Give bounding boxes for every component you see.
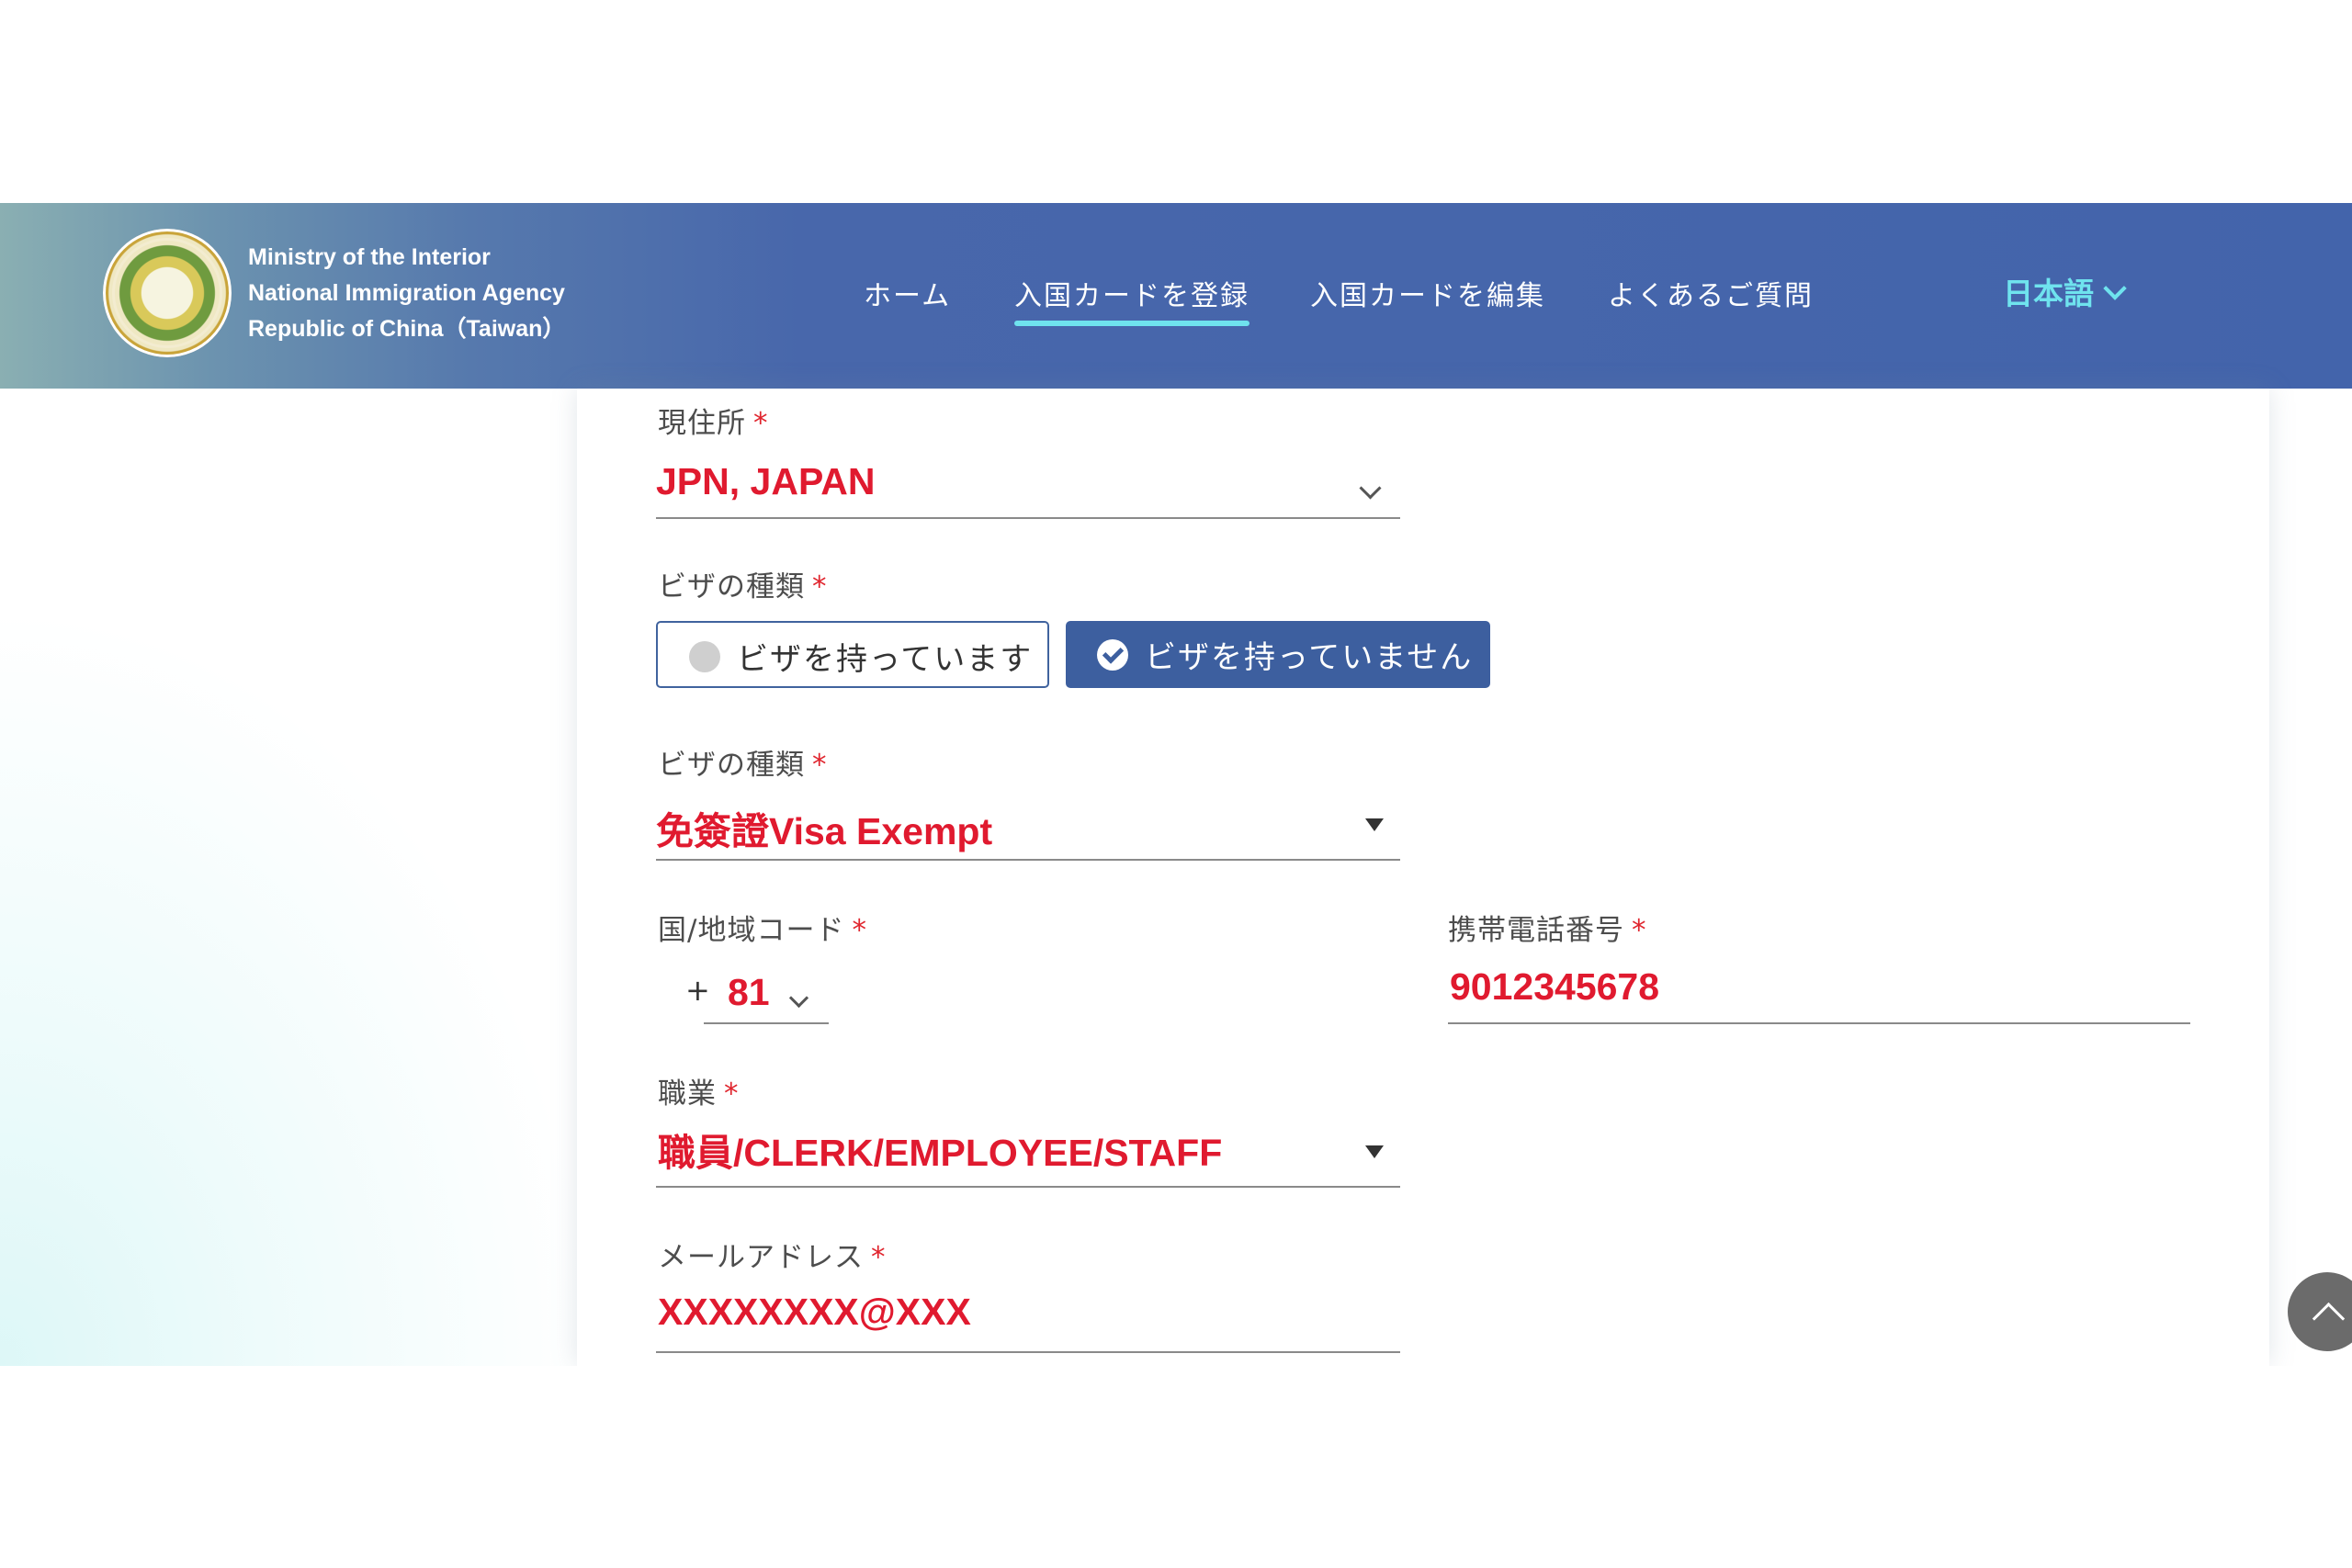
nav-faq[interactable]: よくあるご質問	[1608, 273, 1814, 313]
visa-status-label-text: ビザの種類	[658, 570, 805, 604]
residence-label-text: 現住所	[658, 407, 746, 440]
mobile-label-text: 携帯電話番号	[1448, 914, 1624, 947]
nav-edit-card[interactable]: 入国カードを編集	[1310, 273, 1545, 313]
residence-select[interactable]: JPN, JAPAN	[656, 460, 875, 503]
visa-none-label: ビザを持っていません	[1145, 639, 1474, 676]
agency-emblem-logo[interactable]	[103, 229, 232, 357]
nav-register-card-label: 入国カードを登録	[1014, 280, 1250, 312]
email-input[interactable]: XXXXXXXX@XXX	[658, 1291, 971, 1334]
nav-home[interactable]: ホーム	[864, 273, 951, 313]
country-code-label-text: 国/地域コード	[658, 914, 845, 947]
visa-have-label: ビザを持っています	[737, 641, 1034, 678]
active-nav-underline	[1014, 321, 1250, 326]
visa-none-option[interactable]: ビザを持っていません	[1066, 621, 1490, 688]
radio-dot-icon	[689, 641, 720, 672]
emblem-ring	[112, 238, 222, 348]
required-mark: *	[812, 570, 828, 604]
language-selector[interactable]: 日本語	[2003, 269, 2127, 313]
country-code-select[interactable]: 81	[728, 971, 770, 1014]
visa-type-underline	[656, 859, 1400, 861]
form-card	[577, 389, 2269, 1366]
occupation-label-text: 職業	[658, 1077, 717, 1111]
country-code-prefix: +	[685, 973, 711, 1008]
language-label: 日本語	[2003, 276, 2094, 311]
mobile-label: 携帯電話番号 *	[1448, 907, 1647, 948]
required-mark: *	[1632, 914, 1647, 947]
residence-label: 現住所 *	[658, 400, 769, 441]
required-mark: *	[724, 1077, 740, 1111]
chevron-down-icon	[2103, 276, 2127, 300]
dropdown-triangle-icon[interactable]	[1365, 1145, 1384, 1158]
residence-underline	[656, 517, 1400, 519]
dropdown-triangle-icon[interactable]	[1365, 818, 1384, 831]
screenshot-area: Ministry of the Interior National Immigr…	[0, 203, 2352, 1366]
email-label: メールアドレス *	[658, 1234, 887, 1275]
mobile-underline	[1448, 1022, 2190, 1024]
email-underline	[656, 1351, 1400, 1353]
country-code-underline	[704, 1022, 829, 1024]
visa-type-select[interactable]: 免簽證Visa Exempt	[656, 800, 992, 855]
visa-have-option[interactable]: ビザを持っています	[656, 621, 1049, 688]
nav-register-card[interactable]: 入国カードを登録	[1014, 273, 1250, 326]
required-mark: *	[753, 407, 769, 440]
site-header: Ministry of the Interior National Immigr…	[0, 203, 2352, 389]
mobile-input[interactable]: 9012345678	[1450, 965, 1659, 1009]
org-line-3: Republic of China（Taiwan）	[248, 316, 566, 342]
country-code-label: 国/地域コード *	[658, 907, 867, 948]
occupation-label: 職業 *	[658, 1070, 740, 1111]
visa-status-label: ビザの種類 *	[658, 563, 828, 604]
required-mark: *	[871, 1241, 887, 1274]
occupation-select[interactable]: 職員/CLERK/EMPLOYEE/STAFF	[658, 1122, 1222, 1177]
required-mark: *	[812, 749, 828, 782]
visa-type-label-text: ビザの種類	[658, 749, 805, 782]
occupation-underline	[656, 1186, 1400, 1188]
org-line-1: Ministry of the Interior	[248, 244, 491, 270]
required-mark: *	[852, 914, 867, 947]
check-circle-icon	[1097, 639, 1128, 671]
email-label-text: メールアドレス	[658, 1241, 864, 1274]
visa-type-label: ビザの種類 *	[658, 741, 828, 783]
org-line-2: National Immigration Agency	[248, 280, 565, 306]
agency-name[interactable]: Ministry of the Interior National Immigr…	[248, 240, 565, 347]
